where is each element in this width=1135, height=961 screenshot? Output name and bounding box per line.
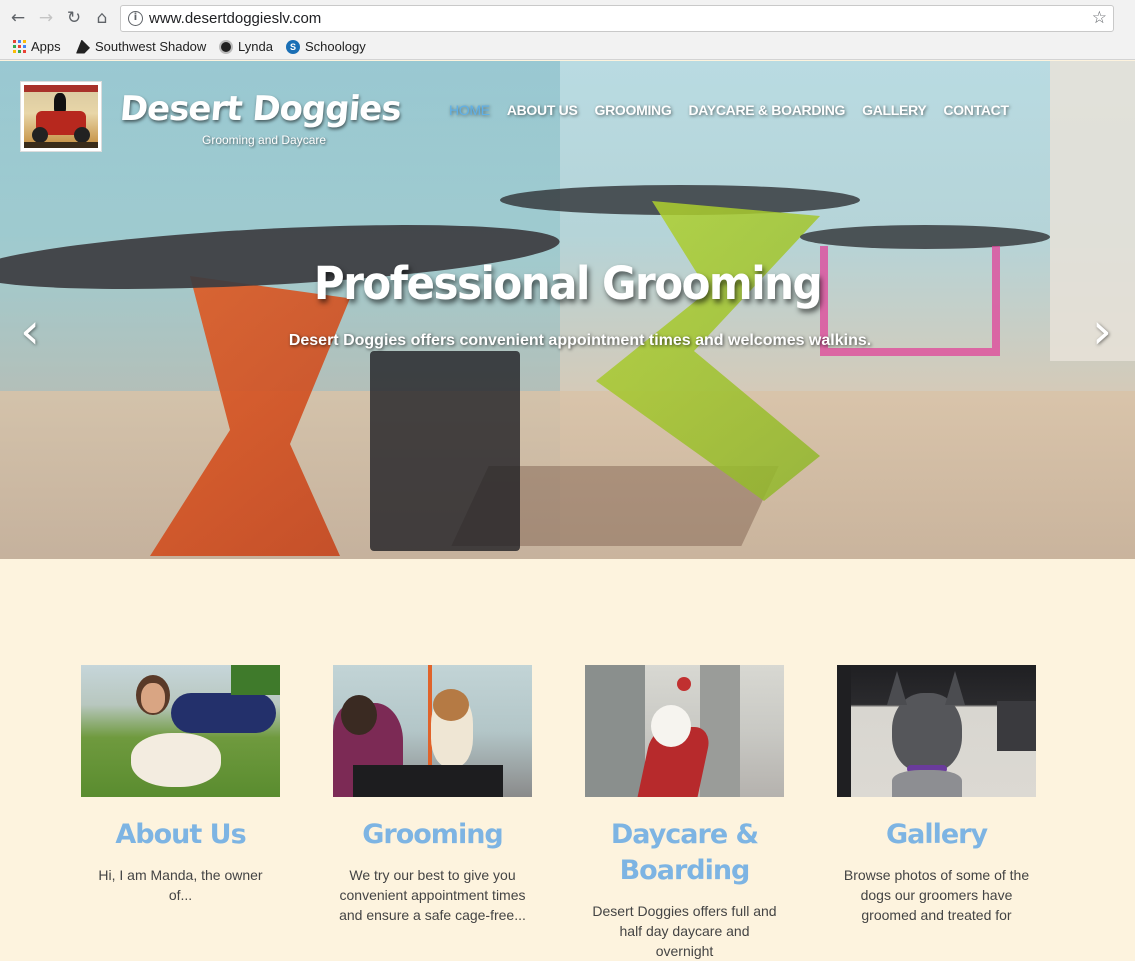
bookmark-label: Southwest Shadow (95, 39, 207, 54)
feature-title[interactable]: About Us (81, 817, 280, 853)
apps-grid-icon (13, 40, 26, 53)
feature-text: Browse photos of some of the dogs our gr… (843, 867, 1030, 923)
browser-toolbar: ← → ↻ ⌂ i www.desertdoggieslv.com ☆ (0, 0, 1135, 36)
lynda-icon (219, 39, 233, 54)
nav-gallery[interactable]: GALLERY (862, 102, 927, 118)
hero-carousel: Desert Doggies Grooming and Daycare HOME… (0, 61, 1135, 559)
hero-title: Professional Grooming (313, 257, 823, 310)
info-icon[interactable]: i (128, 11, 143, 26)
carousel-prev-arrow-icon[interactable]: ‹ (15, 306, 45, 356)
daycare-boarding-photo[interactable] (585, 665, 784, 797)
grooming-photo[interactable] (333, 665, 532, 797)
carousel-next-arrow-icon[interactable]: › (1087, 306, 1117, 356)
brand-name[interactable]: Desert Doggies (118, 89, 402, 129)
forward-button[interactable]: → (34, 6, 58, 30)
schoology-icon: S (286, 39, 300, 54)
features-section: About Us Hi, I am Manda, the owner of...… (0, 559, 1135, 959)
reload-button[interactable]: ↻ (62, 6, 86, 30)
nav-contact[interactable]: CONTACT (943, 102, 1009, 118)
nav-grooming[interactable]: GROOMING (595, 102, 672, 118)
feature-title[interactable]: Grooming (333, 817, 532, 853)
hero-subtitle: Desert Doggies offers convenient appoint… (288, 332, 872, 349)
feature-text: We try our best to give you convenient a… (339, 867, 526, 923)
feature-grooming: Grooming We try our best to give you con… (333, 665, 532, 925)
nav-about-us[interactable]: ABOUT US (507, 102, 578, 118)
feature-gallery: Gallery Browse photos of some of the dog… (837, 665, 1036, 925)
hero-photo-cabinet (370, 351, 520, 551)
back-button[interactable]: ← (6, 6, 30, 30)
bookmark-label: Lynda (238, 39, 273, 54)
feature-daycare-boarding: Daycare & Boarding Desert Doggies offers… (585, 665, 784, 961)
bookmarks-bar: Apps Southwest Shadow Lynda S Schoology (0, 36, 1135, 60)
about-us-photo[interactable] (81, 665, 280, 797)
feature-text: Hi, I am Manda, the owner of... (98, 867, 263, 903)
bookmark-label: Schoology (305, 39, 366, 54)
main-nav: HOME ABOUT US GROOMING DAYCARE & BOARDIN… (449, 102, 1009, 118)
home-button[interactable]: ⌂ (90, 6, 114, 30)
address-bar[interactable]: i www.desertdoggieslv.com ☆ (120, 5, 1114, 32)
feature-about-us: About Us Hi, I am Manda, the owner of... (81, 665, 280, 905)
bookmark-label: Apps (31, 39, 61, 54)
bookmark-lynda[interactable]: Lynda (219, 39, 273, 54)
southwest-shadow-icon (76, 39, 90, 54)
bookmark-star-icon[interactable]: ☆ (1092, 8, 1107, 28)
nav-daycare-boarding[interactable]: DAYCARE & BOARDING (688, 102, 845, 118)
bookmark-schoology[interactable]: S Schoology (286, 39, 366, 54)
brand-tagline: Grooming and Daycare (202, 133, 327, 147)
feature-title[interactable]: Gallery (837, 817, 1036, 853)
feature-title[interactable]: Daycare & Boarding (585, 817, 784, 889)
nav-home[interactable]: HOME (449, 102, 490, 118)
url-text[interactable]: www.desertdoggieslv.com (149, 10, 321, 27)
gallery-photo[interactable] (837, 665, 1036, 797)
bookmark-southwest-shadow[interactable]: Southwest Shadow (76, 39, 206, 54)
bookmark-apps[interactable]: Apps (13, 39, 61, 54)
feature-text: Desert Doggies offers full and half day … (592, 903, 777, 959)
site-logo[interactable] (20, 81, 102, 152)
